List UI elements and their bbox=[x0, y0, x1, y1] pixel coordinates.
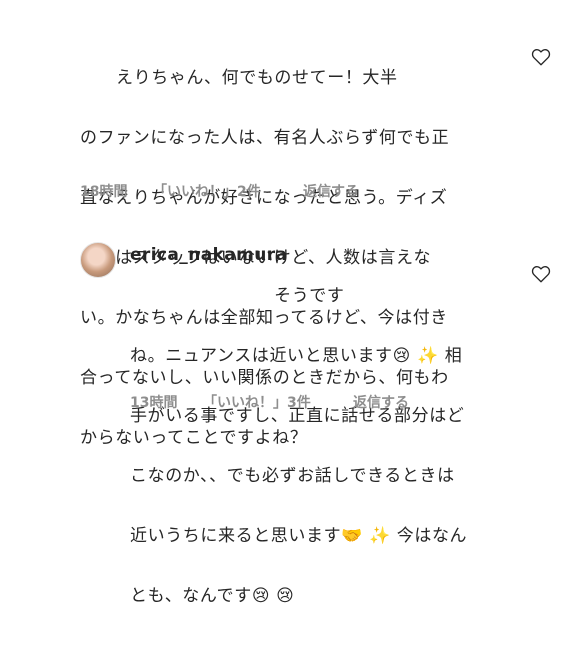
comment-line: そうです bbox=[130, 286, 345, 306]
comment-line: こなのか、、でも必ずお話しできるときは bbox=[130, 466, 455, 486]
comment-2-meta: 13時間 「いいね！」3件 返信する bbox=[130, 392, 530, 412]
comment-line: 近いうちに来ると思います🤝 ✨ 今はなん bbox=[130, 526, 468, 546]
reply-button[interactable]: 返信する bbox=[303, 181, 359, 201]
comment-line: のファンになった人は、有名人ぶらず何でも正 bbox=[80, 128, 450, 148]
comment-line: えりちゃん、何でものせてー！大半 bbox=[80, 68, 398, 88]
comment-timestamp: 18時間 bbox=[80, 184, 128, 200]
heart-outline-icon[interactable] bbox=[531, 265, 551, 283]
heart-outline-icon[interactable] bbox=[531, 48, 551, 66]
comment-1-meta: 18時間 「いいね！」2件 返信する bbox=[80, 181, 480, 201]
likes-count-link[interactable]: 「いいね！」3件 bbox=[203, 392, 311, 412]
comment-2-text: そうです ね。ニュアンスは近いと思います😢 ✨ 相 手がいる事ですし、正直に話せ… bbox=[130, 246, 467, 646]
comment-line: とも、なんです😢 😢 bbox=[130, 586, 295, 606]
avatar[interactable] bbox=[80, 242, 116, 278]
comment-line: ね。ニュアンスは近いと思います😢 ✨ 相 bbox=[130, 346, 463, 366]
reply-button[interactable]: 返信する bbox=[353, 392, 409, 412]
comment-timestamp: 13時間 bbox=[130, 395, 178, 411]
likes-count-link[interactable]: 「いいね！」2件 bbox=[153, 181, 261, 201]
